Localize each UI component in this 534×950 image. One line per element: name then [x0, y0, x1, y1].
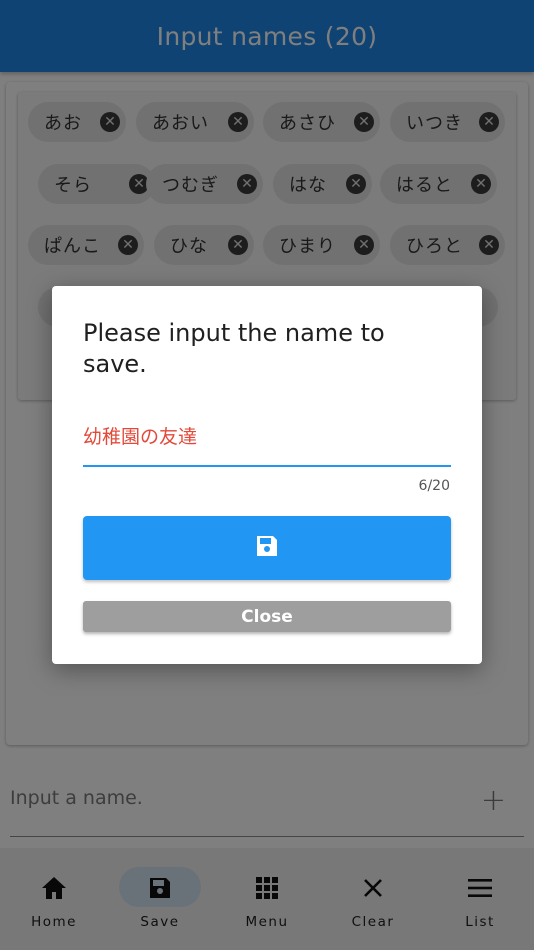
close-button[interactable]: Close: [83, 601, 451, 632]
save-button[interactable]: [83, 516, 451, 580]
save-icon: [255, 534, 279, 562]
character-counter: 6/20: [418, 478, 450, 494]
save-name-field[interactable]: 幼稚園の友達: [83, 422, 197, 449]
dialog-title: Please input the name to save.: [83, 319, 385, 378]
field-underline: [83, 465, 451, 467]
save-dialog: Please input the name to save. 幼稚園の友達 6/…: [52, 286, 482, 664]
app-screen: Input names (20) あお ✕ あおい ✕ あさひ ✕ いつき ✕ …: [0, 0, 534, 950]
